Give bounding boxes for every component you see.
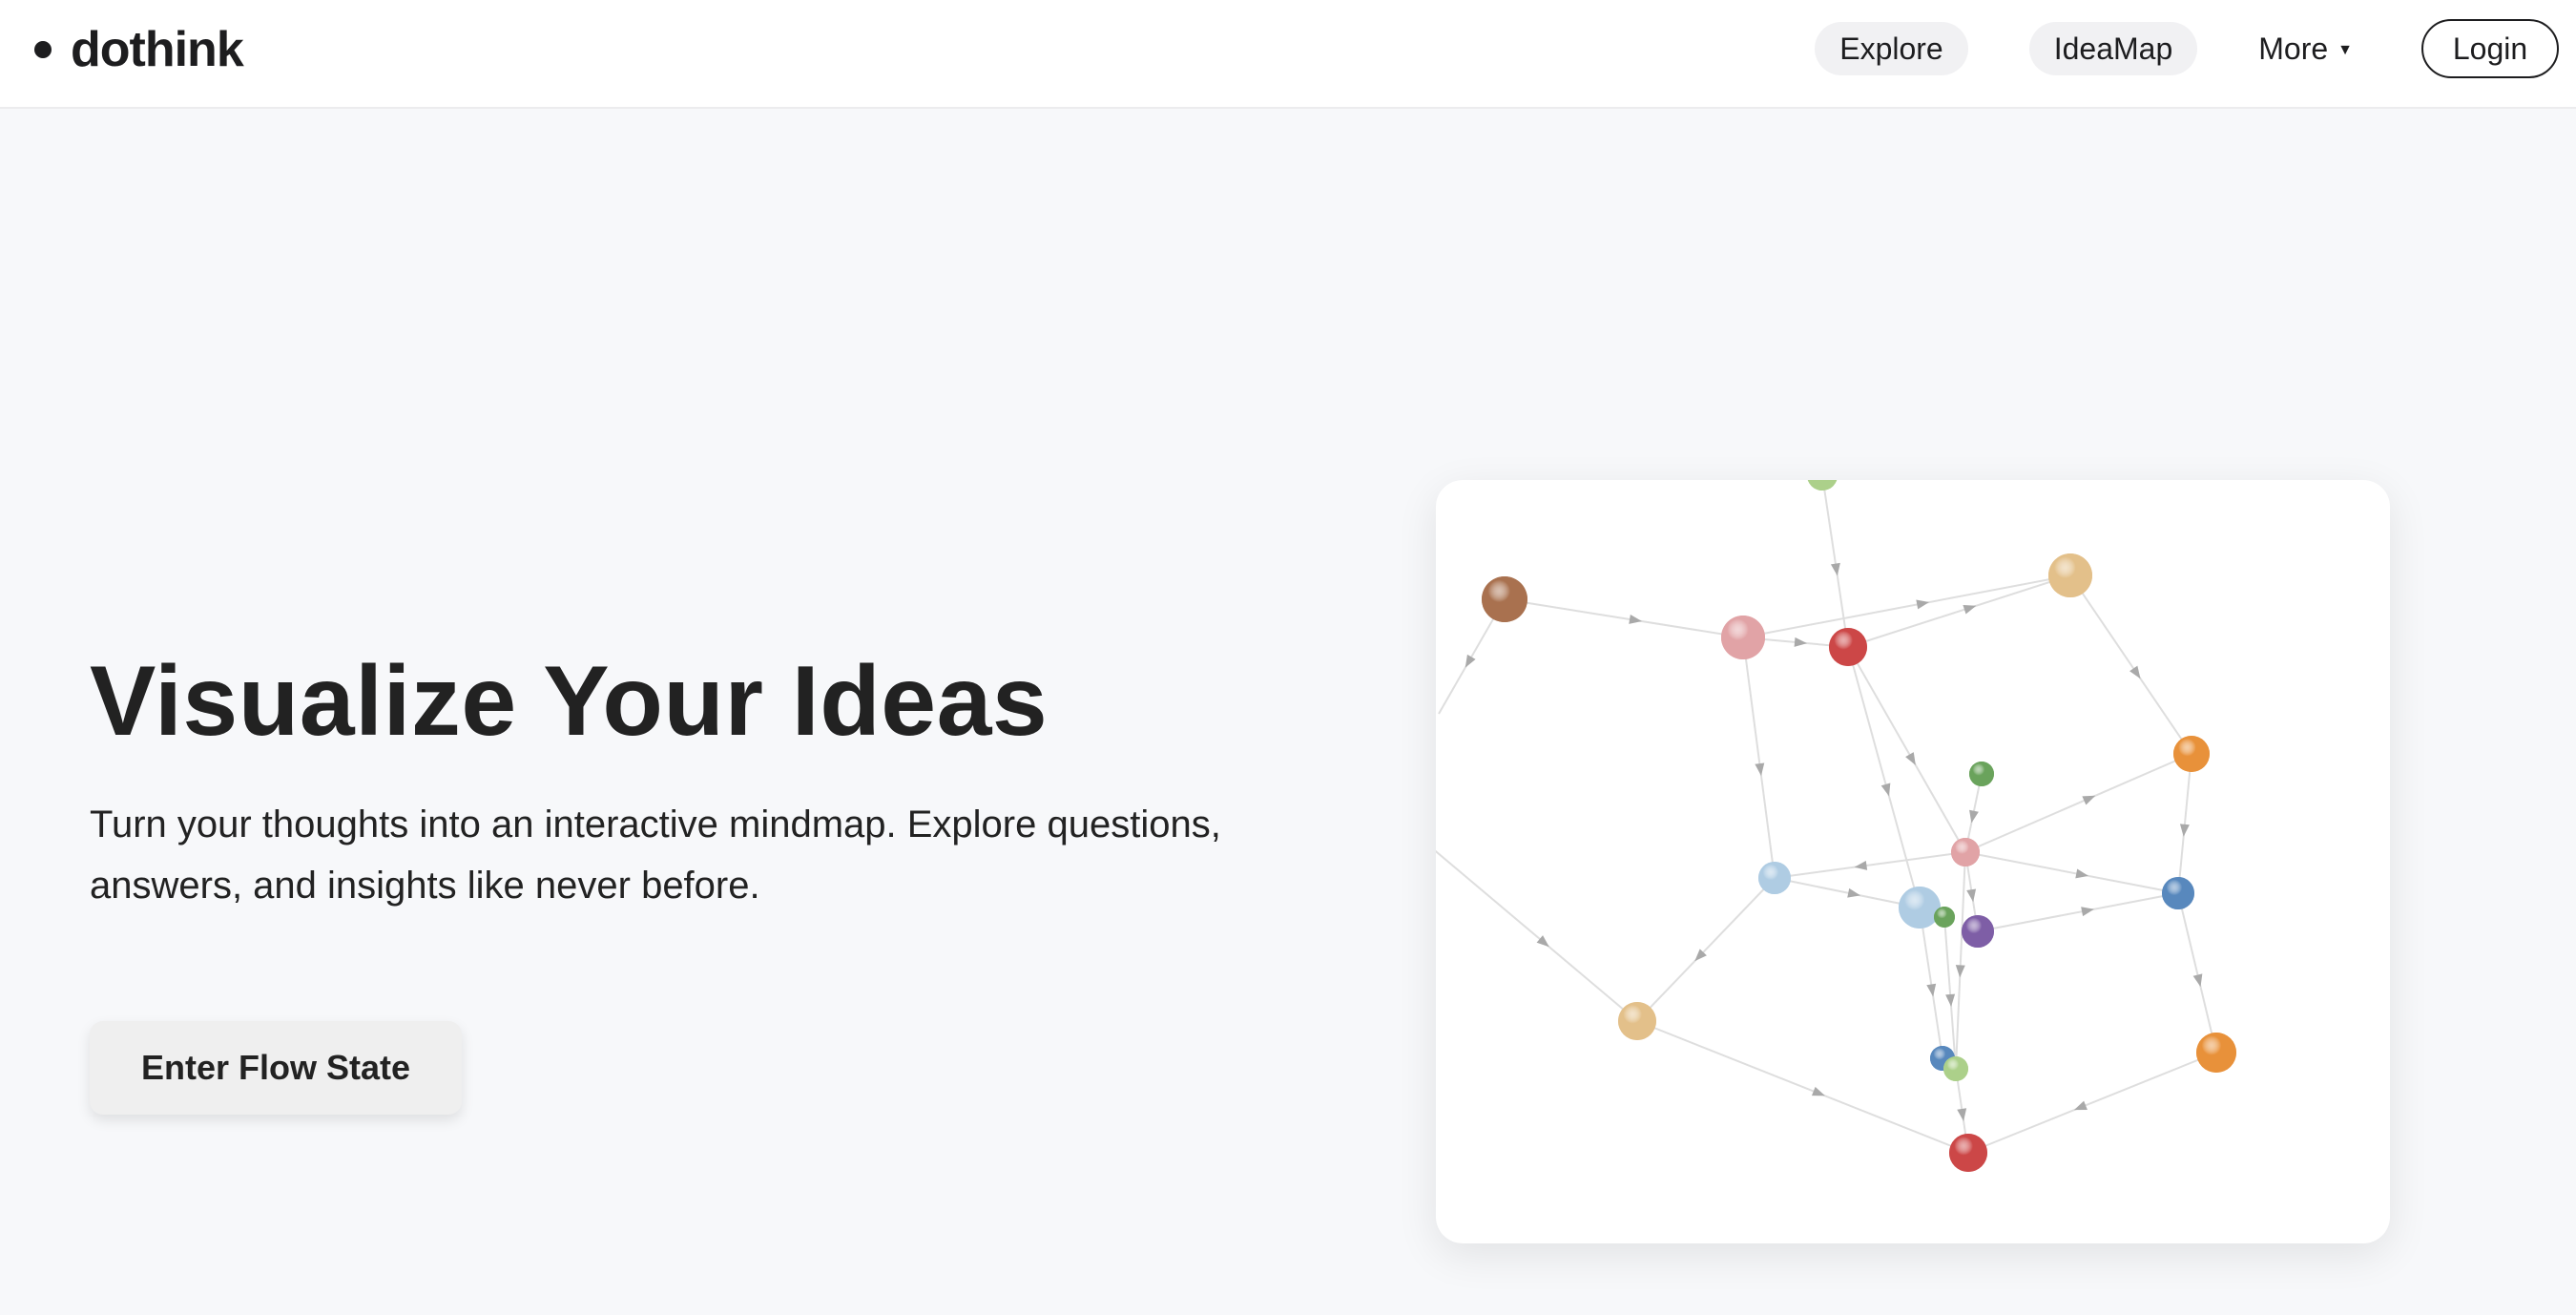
brand-dot-icon: [34, 41, 52, 58]
graph-edge: [1774, 877, 1921, 908]
graph-node-shading: [1969, 762, 1994, 786]
graph-node-shading: [1807, 480, 1838, 491]
graph-edge: [1636, 1020, 1969, 1154]
edge-arrow-icon: [1905, 752, 1916, 765]
graph-node-shading: [1829, 628, 1867, 666]
edge-arrow-icon: [2073, 1100, 2088, 1111]
graph-edge: [1742, 637, 1776, 879]
graph-edge: [1774, 851, 1966, 879]
edge-arrow-icon: [1811, 1086, 1825, 1096]
enter-flow-state-button[interactable]: Enter Flow State: [90, 1021, 462, 1115]
graph-edge: [1964, 851, 2179, 894]
caret-down-icon: ▼: [2337, 42, 2353, 58]
edge-arrow-icon: [1465, 654, 1476, 668]
edge-arrow-icon: [1916, 599, 1930, 610]
graph-nodes: [1482, 480, 2236, 1172]
login-button[interactable]: Login: [2421, 19, 2559, 78]
graph-edge: [1964, 753, 2192, 853]
graph-edge: [1504, 598, 1744, 638]
graph-edge: [2177, 892, 2217, 1054]
graph-node-shading: [1934, 907, 1955, 928]
edge-arrow-icon: [1854, 861, 1868, 870]
graph-edge: [1955, 851, 1966, 1070]
edge-arrow-icon: [2129, 665, 2141, 679]
brand-logo[interactable]: dothink: [34, 19, 244, 80]
nav-menu: Explore IdeaMap More ▼ Login: [1815, 17, 2559, 80]
edge-arrow-icon: [1629, 615, 1642, 624]
edge-arrow-icon: [2081, 907, 2094, 917]
graph-edge: [1943, 916, 1957, 1070]
edge-arrow-icon: [1957, 1108, 1967, 1121]
edge-arrow-icon: [1830, 562, 1840, 576]
graph-edge: [1847, 646, 1966, 853]
edge-arrow-icon: [1969, 809, 1979, 824]
graph-node-shading: [2173, 736, 2210, 772]
mindmap-graph-preview[interactable]: [1436, 480, 2390, 1243]
graph-node-shading: [1899, 887, 1941, 929]
graph-node-shading: [2162, 877, 2194, 909]
edge-arrow-icon: [2082, 795, 2096, 805]
graph-node-shading: [1949, 1134, 1987, 1172]
edge-arrow-icon: [1847, 887, 1860, 898]
nav-explore-link[interactable]: Explore: [1815, 22, 1968, 75]
edge-arrow-icon: [2075, 868, 2089, 879]
graph-edge: [2177, 753, 2192, 894]
graph-edge: [2069, 574, 2192, 755]
graph-edge: [1977, 892, 2179, 932]
graph-edge: [1636, 877, 1776, 1022]
graph-node-shading: [1721, 616, 1765, 659]
nav-ideamap-link[interactable]: IdeaMap: [2028, 22, 2198, 75]
graph-edge: [1967, 1052, 2217, 1154]
edge-arrow-icon: [1955, 965, 1965, 978]
graph-edges: [1436, 480, 2217, 1154]
graph-node-shading: [2196, 1033, 2236, 1073]
brand-name: dothink: [71, 22, 244, 77]
edge-arrow-icon: [1926, 983, 1937, 997]
graph-node-shading: [1618, 1002, 1656, 1040]
edge-arrow-icon: [1963, 604, 1977, 615]
graph-node-shading: [1951, 838, 1980, 866]
graph-node-shading: [1758, 862, 1791, 894]
hero-title: Visualize Your Ideas: [90, 646, 1049, 757]
edge-arrow-icon: [2179, 824, 2190, 837]
edge-arrow-icon: [1755, 762, 1765, 777]
nav-more-dropdown[interactable]: More ▼: [2258, 31, 2353, 67]
graph-edge: [1919, 907, 1943, 1059]
graph-node-shading: [1482, 576, 1527, 622]
graph-edge: [1847, 646, 1921, 908]
edge-arrow-icon: [1880, 783, 1891, 797]
graph-node-shading: [1943, 1056, 1968, 1081]
edge-arrow-icon: [1966, 888, 1977, 903]
graph-node-shading: [1962, 915, 1994, 948]
nav-more-label: More: [2258, 31, 2329, 66]
hero-subtitle: Turn your thoughts into an interactive m…: [90, 804, 1221, 907]
mindmap-graph-canvas[interactable]: [1436, 480, 2390, 1243]
graph-edge: [1436, 849, 1638, 1022]
top-navigation-bar: dothink Explore IdeaMap More ▼ Login: [0, 0, 2576, 109]
graph-node-shading: [2048, 553, 2092, 597]
